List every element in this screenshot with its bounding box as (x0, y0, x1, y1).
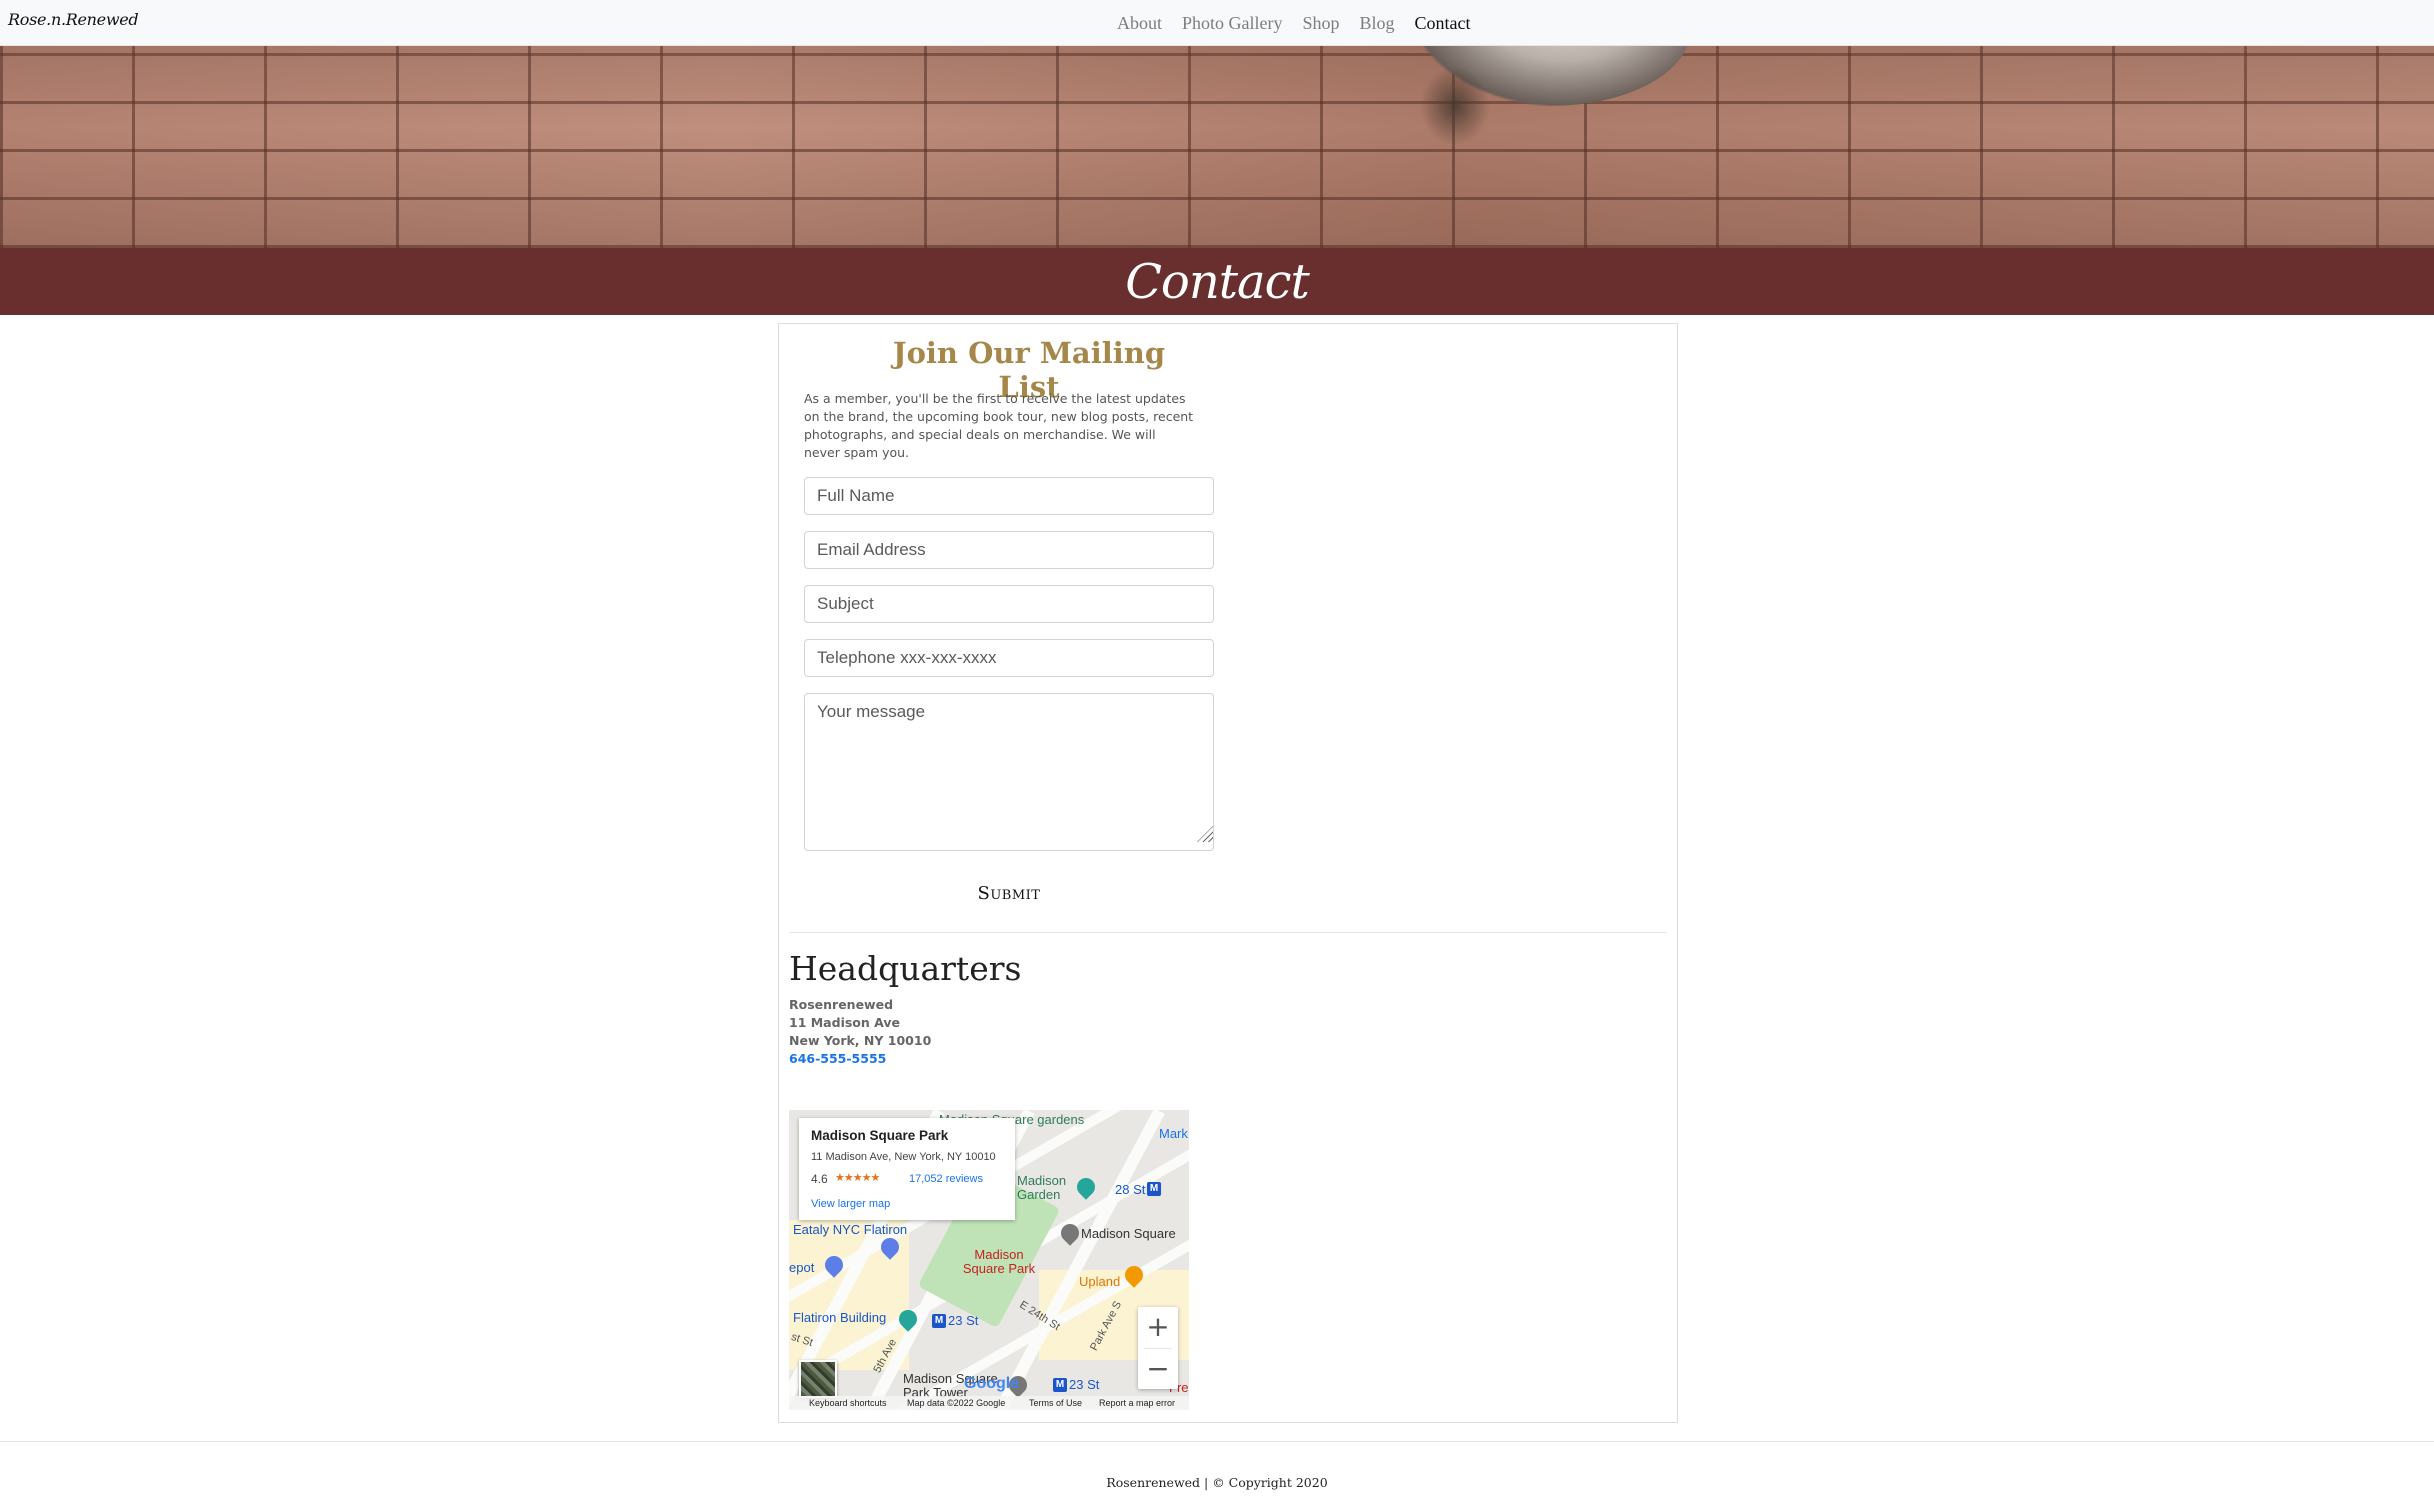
telephone-input[interactable] (804, 639, 1214, 677)
map-label-upland: Upland (1079, 1274, 1121, 1289)
footer-copyright: Rosenrenewed | © Copyright 2020 (1106, 1475, 1328, 1490)
headquarters-title: Headquarters (789, 949, 1022, 988)
subject-input[interactable] (804, 585, 1214, 623)
map-attribution-bar: Keyboard shortcuts Map data ©2022 Google… (789, 1396, 1189, 1410)
brand-logo[interactable]: Rose.n.Renewed (8, 10, 139, 29)
hq-street: 11 Madison Ave (789, 1015, 900, 1030)
message-textarea[interactable] (804, 693, 1214, 851)
report-map-error-link[interactable]: Report a map error (1099, 1398, 1175, 1408)
map-label-eataly: Eataly NYC Flatiron (793, 1222, 908, 1237)
nav-link-about[interactable]: About (1117, 13, 1162, 34)
map-reviews-link[interactable]: 17,052 reviews (909, 1173, 983, 1185)
view-larger-map-link[interactable]: View larger map (811, 1198, 890, 1210)
submit-button[interactable]: Submit (959, 878, 1059, 908)
map-label-depot: epot (789, 1260, 815, 1275)
map-zoom-controls: + − (1138, 1307, 1178, 1389)
page-title: Contact (1125, 253, 1310, 310)
terms-of-use-link[interactable]: Terms of Use (1029, 1398, 1082, 1408)
navbar: Rose.n.Renewed About Photo Gallery Shop … (0, 0, 2434, 46)
email-input[interactable] (804, 531, 1214, 569)
map-label-28st: 28 St (1115, 1182, 1146, 1197)
map-rating: 4.6 (811, 1172, 828, 1186)
nav-link-blog[interactable]: Blog (1360, 13, 1395, 34)
map-info-card: Madison Square Park 11 Madison Ave, New … (799, 1118, 1015, 1220)
subway-icon: M (932, 1314, 946, 1328)
nav-link-photo-gallery[interactable]: Photo Gallery (1182, 13, 1283, 34)
map-label-park: Madison Square Park (962, 1247, 1036, 1276)
footer-divider (0, 1441, 2434, 1442)
google-logo-text: Google (964, 1375, 1020, 1392)
map-label-flatiron: Flatiron Building (793, 1310, 887, 1325)
star-rating-icon: ★★★★★ (835, 1172, 880, 1184)
section-divider (789, 932, 1667, 933)
nav-link-shop[interactable]: Shop (1303, 13, 1340, 34)
subway-icon: M (1147, 1182, 1161, 1196)
hero-image (0, 46, 2434, 248)
map-label-23st: 23 St (948, 1313, 979, 1328)
nav-link-contact[interactable]: Contact (1415, 13, 1471, 34)
headquarters-address: Rosenrenewed 11 Madison Ave New York, NY… (789, 996, 931, 1068)
google-logo: Google (964, 1375, 1019, 1393)
mailing-list-description: As a member, you'll be the first to rece… (804, 391, 1194, 460)
satellite-toggle-thumbnail[interactable] (799, 1360, 837, 1398)
keyboard-shortcuts-link[interactable]: Keyboard shortcuts (809, 1398, 887, 1408)
map-label-23st-b: 23 St (1069, 1377, 1100, 1392)
map-place-address: 11 Madison Ave, New York, NY 10010 (811, 1151, 996, 1163)
subway-icon: M (1053, 1378, 1067, 1392)
page-banner: Contact (0, 248, 2434, 315)
zoom-in-button[interactable]: + (1138, 1307, 1178, 1347)
map-label-madison-square: Madison Square (1081, 1226, 1176, 1241)
map-data-text: Map data ©2022 Google (907, 1398, 1006, 1408)
full-name-input[interactable] (804, 477, 1214, 515)
hq-company: Rosenrenewed (789, 997, 894, 1012)
hero-photo-shadow (1420, 66, 1490, 146)
contact-card: Join Our Mailing List As a member, you'l… (778, 323, 1678, 1423)
hq-phone-link[interactable]: 646-555-5555 (789, 1050, 931, 1068)
attraction-pin-icon[interactable] (1073, 1174, 1099, 1200)
map-label-mark: Mark (1159, 1126, 1188, 1141)
hq-city: New York, NY 10010 (789, 1033, 932, 1048)
nav-links: About Photo Gallery Shop Blog Contact (1117, 0, 1471, 46)
zoom-out-button[interactable]: − (1138, 1349, 1178, 1389)
map-label-garden: Madison Garden (1017, 1173, 1067, 1202)
map-place-name: Madison Square Park (811, 1128, 949, 1143)
google-map[interactable]: Madison Square gardens Mark Madison Gard… (789, 1110, 1189, 1410)
